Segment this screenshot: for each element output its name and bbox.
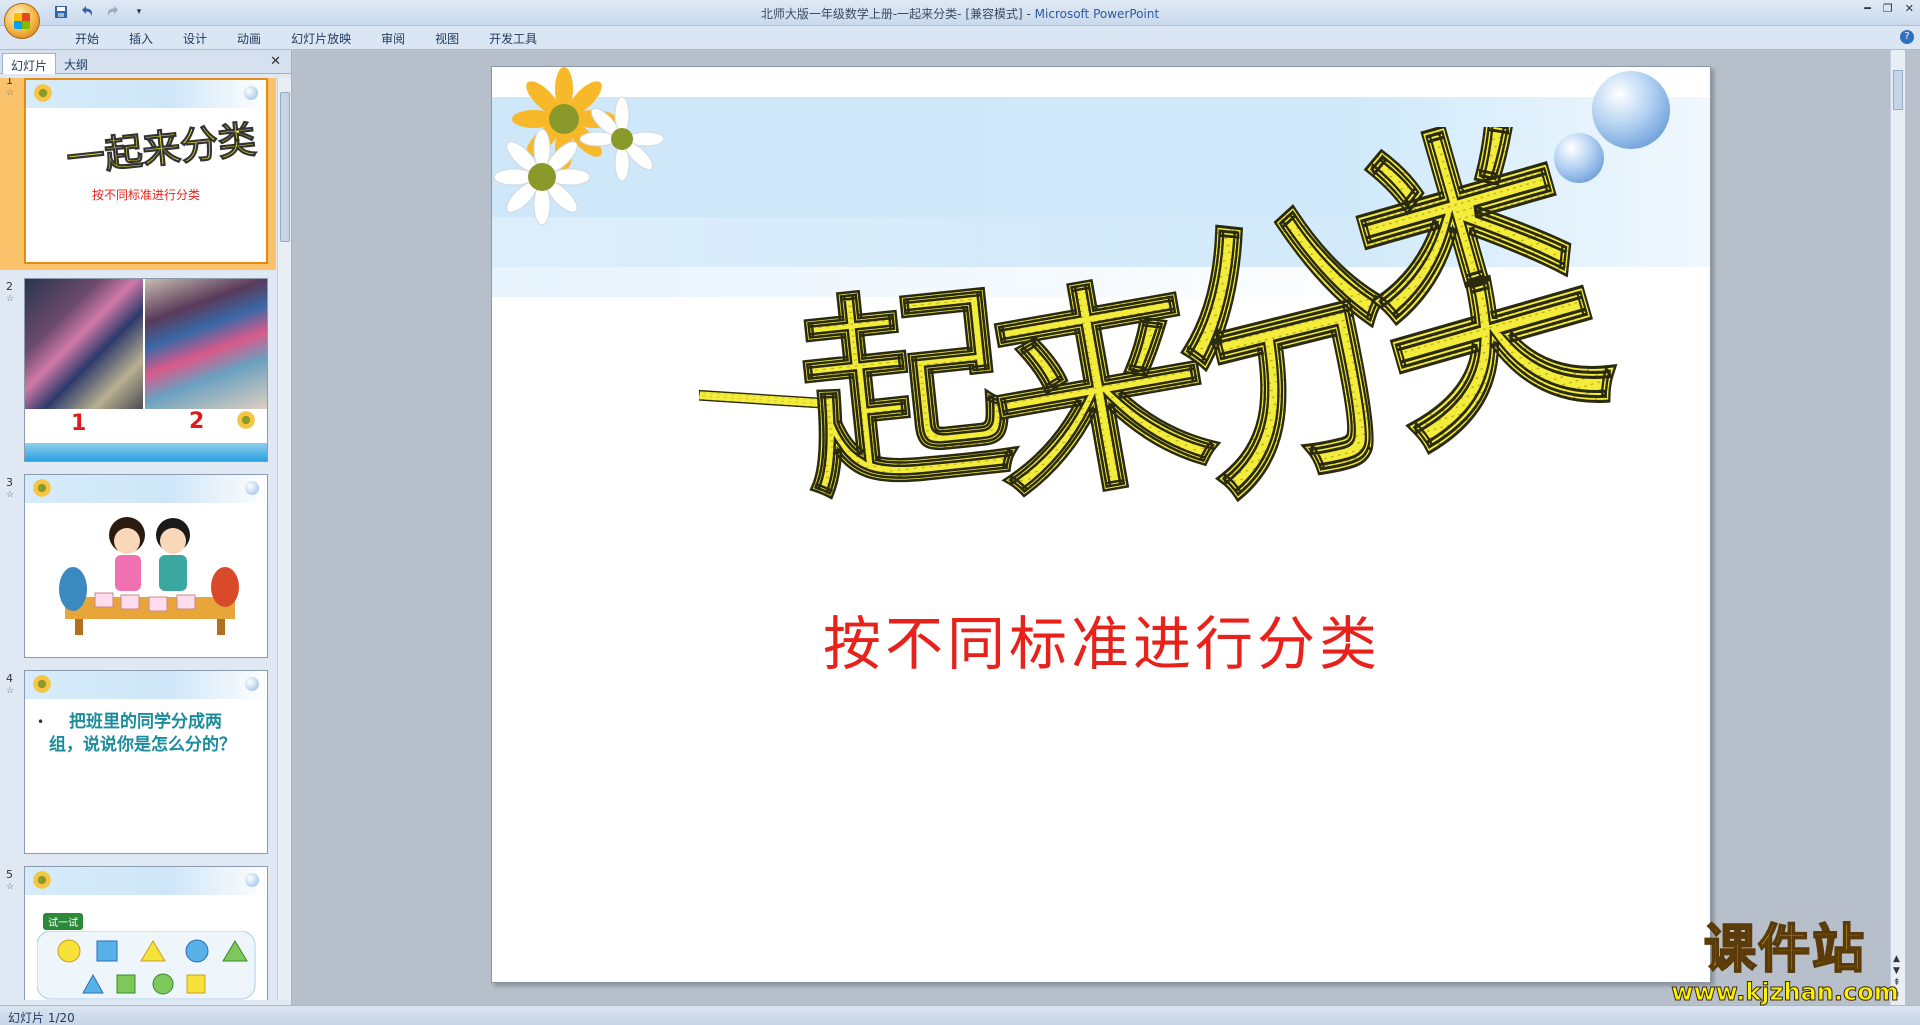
- animation-star-icon: ☆: [6, 686, 15, 696]
- bubble-icon: [245, 873, 259, 887]
- panel-close-icon[interactable]: ✕: [270, 54, 281, 69]
- window-title: 北师大版一年级数学上册-一起来分类- [兼容模式] - Microsoft Po…: [760, 7, 1160, 21]
- try-badge: 试一试: [43, 913, 83, 930]
- scroll-thumb[interactable]: [280, 92, 290, 242]
- office-logo-icon: [14, 13, 30, 29]
- thumb-band: [25, 671, 267, 699]
- watermark-name: 课件站: [1703, 919, 1866, 981]
- tab-design[interactable]: 设计: [168, 30, 222, 47]
- flowers-decoration: [493, 67, 665, 226]
- slide-thumbnails: 1 ☆ 一起来分类 按不同标准进行分类 2 ☆ 1 2 3 ☆ 4 ☆ • 把班…: [0, 78, 276, 1000]
- slide-number: 4: [6, 672, 13, 685]
- thumb-canvas: [24, 474, 268, 658]
- label-1: 1: [71, 411, 87, 436]
- window-controls: ━ ❐ ✕: [1864, 2, 1914, 15]
- blue-band: [25, 443, 267, 461]
- help-icon[interactable]: ?: [1900, 30, 1914, 44]
- panel-tabs: 幻灯片 大纲 ✕: [0, 50, 291, 74]
- slide-number: 2: [6, 280, 13, 293]
- slide-canvas[interactable]: 一 起 来 分 类 按不同标准进行分类: [491, 66, 1711, 983]
- photo-backpacks-2: [145, 279, 267, 409]
- animation-star-icon: ☆: [6, 294, 15, 304]
- thumb-band: [25, 867, 267, 895]
- slide-thumbnail-4[interactable]: 4 ☆ • 把班里的同学分成两组，说说你是怎么分的？: [0, 670, 276, 860]
- thumb-band: [25, 475, 267, 503]
- children-illustration: [59, 517, 239, 635]
- bullet: •: [37, 715, 45, 729]
- status-bar: 幻灯片 1/20: [0, 1005, 1920, 1025]
- slide-title[interactable]: 一 起 来 分 类: [699, 127, 1699, 557]
- scroll-thumb[interactable]: [1893, 70, 1903, 110]
- ribbon-tabs: 开始 插入 设计 动画 幻灯片放映 审阅 视图 开发工具: [60, 30, 552, 47]
- title-bar: ▾ 北师大版一年级数学上册-一起来分类- [兼容模式] - Microsoft …: [0, 0, 1920, 39]
- ribbon: 开始 插入 设计 动画 幻灯片放映 审阅 视图 开发工具 ?: [0, 26, 1920, 50]
- thumb-canvas: 一起来分类 按不同标准进行分类: [24, 78, 268, 264]
- office-button[interactable]: [4, 3, 40, 39]
- photo-backpacks-1: [25, 279, 143, 409]
- animation-star-icon: ☆: [6, 88, 15, 98]
- close-icon[interactable]: ✕: [1905, 2, 1914, 15]
- slide-number: 3: [6, 476, 13, 489]
- slide-number: 1: [6, 78, 13, 87]
- slide-number: 5: [6, 868, 13, 881]
- slide-counter: 幻灯片 1/20: [8, 1011, 75, 1025]
- tab-slides[interactable]: 幻灯片: [2, 53, 57, 74]
- watermark-url: www.kjzhan.com: [1671, 978, 1899, 1006]
- thumb-canvas: 试一试: [24, 866, 268, 1000]
- thumb-subtitle: 按不同标准进行分类: [91, 188, 200, 202]
- thumbnails-scrollbar[interactable]: [277, 78, 291, 1000]
- label-2: 2: [189, 409, 205, 434]
- flower-icon: [31, 477, 53, 499]
- flower-icon: [235, 409, 257, 431]
- bubble-icon: [244, 86, 258, 100]
- slide-thumbnail-3[interactable]: 3 ☆: [0, 474, 276, 664]
- document-title: 北师大版一年级数学上册-一起来分类- [兼容模式]: [760, 7, 1023, 21]
- thumb-title: 一起来分类: [64, 116, 259, 182]
- app-name: Microsoft PowerPoint: [1034, 7, 1160, 21]
- slide-thumbnail-2[interactable]: 2 ☆ 1 2: [0, 278, 276, 468]
- tab-view[interactable]: 视图: [420, 30, 474, 47]
- thumb-canvas: • 把班里的同学分成两组，说说你是怎么分的？: [24, 670, 268, 854]
- minimize-icon[interactable]: ━: [1864, 2, 1871, 15]
- animation-star-icon: ☆: [6, 490, 15, 500]
- tab-developer[interactable]: 开发工具: [474, 30, 552, 47]
- restore-icon[interactable]: ❐: [1883, 2, 1893, 15]
- tab-insert[interactable]: 插入: [114, 30, 168, 47]
- slides-panel: 幻灯片 大纲 ✕ 1 ☆ 一起来分类 按不同标准进行分类 2 ☆ 1 2 3 ☆…: [0, 50, 292, 1005]
- tab-home[interactable]: 开始: [60, 30, 114, 47]
- shapes-illustration: [37, 931, 256, 1000]
- bubble-icon: [245, 481, 259, 495]
- tab-review[interactable]: 审阅: [366, 30, 420, 47]
- editor-scrollbar[interactable]: ▲ ▼ ⇞ ⇟: [1890, 50, 1905, 1005]
- tab-animations[interactable]: 动画: [222, 30, 276, 47]
- slide-thumbnail-5[interactable]: 5 ☆ 试一试: [0, 866, 276, 1000]
- tab-outline[interactable]: 大纲: [56, 53, 96, 74]
- animation-star-icon: ☆: [6, 882, 15, 892]
- thumb-canvas: 1 2: [24, 278, 268, 462]
- slide-thumbnail-1[interactable]: 1 ☆ 一起来分类 按不同标准进行分类: [0, 78, 276, 270]
- flower-icon: [32, 82, 54, 104]
- flower-icon: [31, 869, 53, 891]
- slide-subtitle[interactable]: 按不同标准进行分类: [492, 597, 1710, 681]
- bubble-icon: [245, 677, 259, 691]
- slide-editor: 一 起 来 分 类 按不同标准进行分类 ▲ ▼ ⇞ ⇟: [293, 50, 1905, 1005]
- thumb-band: [26, 80, 266, 108]
- watermark-logo: 课件站 www.kjzhan.com: [1665, 919, 1905, 1006]
- tab-slideshow[interactable]: 幻灯片放映: [276, 30, 366, 47]
- flower-icon: [31, 673, 53, 695]
- thumb-text: 把班里的同学分成两组，说说你是怎么分的？: [49, 712, 236, 755]
